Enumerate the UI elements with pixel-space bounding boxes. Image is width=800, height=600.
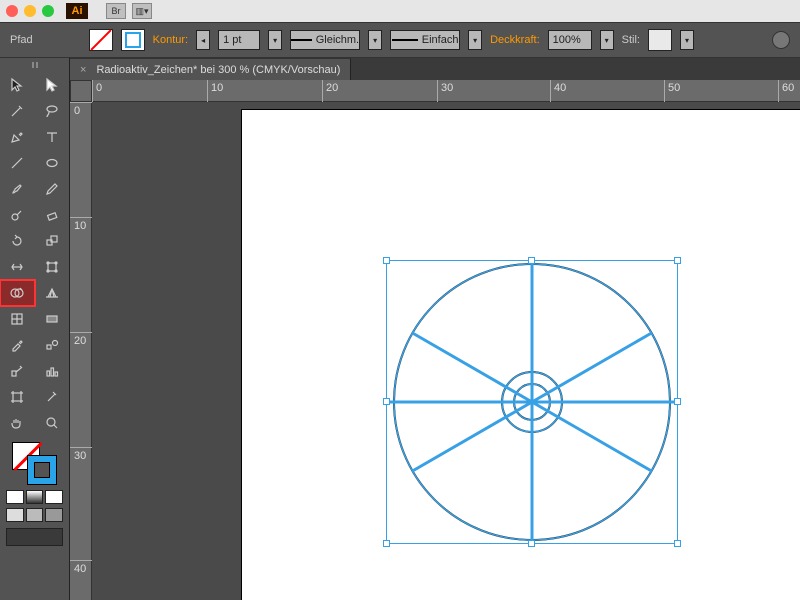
perspective-grid-tool[interactable] <box>35 280 70 306</box>
blend-tool[interactable] <box>35 332 70 358</box>
stroke-stepper[interactable]: ◂ <box>196 30 210 50</box>
brush-dd-btn[interactable]: ▾ <box>468 30 482 50</box>
scale-tool[interactable] <box>35 228 70 254</box>
close-icon[interactable]: × <box>80 64 86 76</box>
hand-tool[interactable] <box>0 410 35 436</box>
handle-ne[interactable] <box>674 257 681 264</box>
app-logo: Ai <box>66 3 88 19</box>
handle-sw[interactable] <box>383 540 390 547</box>
stroke-profile-btn[interactable]: ▾ <box>368 30 382 50</box>
handle-se[interactable] <box>674 540 681 547</box>
eyedropper-tool[interactable] <box>0 332 35 358</box>
fill-swatch[interactable] <box>89 29 113 51</box>
window-close-button[interactable] <box>6 5 18 17</box>
ruler-origin[interactable] <box>70 80 92 102</box>
line-tool[interactable] <box>0 150 35 176</box>
bridge-button[interactable]: Br <box>106 3 126 19</box>
draw-mode-behind[interactable] <box>26 508 44 522</box>
lasso-tool[interactable] <box>35 98 70 124</box>
shape-builder-tool[interactable] <box>0 280 35 306</box>
document-area: × Radioaktiv_Zeichen* bei 300 % (CMYK/Vo… <box>70 58 800 600</box>
artboard-tool[interactable] <box>0 384 35 410</box>
doc-setup-icon[interactable] <box>772 31 790 49</box>
stroke-weight-dd[interactable]: ▾ <box>268 30 282 50</box>
free-transform-tool[interactable] <box>35 254 70 280</box>
mesh-tool[interactable] <box>0 306 35 332</box>
paintbrush-tool[interactable] <box>0 176 35 202</box>
window-zoom-button[interactable] <box>42 5 54 17</box>
selection-bounds[interactable] <box>386 260 678 544</box>
opacity-label[interactable]: Deckkraft: <box>490 34 540 46</box>
screen-mode-button[interactable] <box>6 528 63 546</box>
opacity-field[interactable]: 100% <box>548 30 592 50</box>
tools-panel <box>0 58 70 600</box>
handle-w[interactable] <box>383 398 390 405</box>
eraser-tool[interactable] <box>35 202 70 228</box>
fill-stroke-indicator[interactable] <box>6 440 63 486</box>
stroke-weight-field[interactable]: 1 pt <box>218 30 260 50</box>
rotate-tool[interactable] <box>0 228 35 254</box>
stroke-swatch[interactable] <box>121 29 145 51</box>
document-tab-title: Radioaktiv_Zeichen* bei 300 % (CMYK/Vors… <box>96 64 340 76</box>
ruler-horizontal[interactable]: 0 10 20 30 40 50 60 <box>92 80 800 102</box>
handle-e[interactable] <box>674 398 681 405</box>
style-label: Stil: <box>622 34 640 46</box>
brush-def-dd[interactable]: Einfach <box>390 30 460 50</box>
color-mode-gradient[interactable] <box>26 490 44 504</box>
gradient-tool[interactable] <box>35 306 70 332</box>
stroke-label[interactable]: Kontur: <box>153 34 188 46</box>
width-tool[interactable] <box>0 254 35 280</box>
pencil-tool[interactable] <box>35 176 70 202</box>
window-minimize-button[interactable] <box>24 5 36 17</box>
document-tab[interactable]: × Radioaktiv_Zeichen* bei 300 % (CMYK/Vo… <box>70 58 351 80</box>
document-tabs: × Radioaktiv_Zeichen* bei 300 % (CMYK/Vo… <box>70 58 800 80</box>
type-tool[interactable] <box>35 124 70 150</box>
blob-brush-tool[interactable] <box>0 202 35 228</box>
ellipse-tool[interactable] <box>35 150 70 176</box>
artboard[interactable]: Abbildung: 19 <box>242 110 800 600</box>
selection-type-label: Pfad <box>10 34 33 46</box>
color-mode-buttons <box>0 490 69 508</box>
stroke-indicator[interactable] <box>28 456 56 484</box>
titlebar: Ai Br ▥▾ <box>0 0 800 22</box>
color-mode-normal[interactable] <box>6 490 24 504</box>
handle-n[interactable] <box>528 257 535 264</box>
slice-tool[interactable] <box>35 384 70 410</box>
draw-mode-normal[interactable] <box>6 508 24 522</box>
handle-nw[interactable] <box>383 257 390 264</box>
symbol-sprayer-tool[interactable] <box>0 358 35 384</box>
ruler-vertical[interactable]: 0 10 20 30 40 <box>70 102 92 600</box>
selection-tool[interactable] <box>0 72 35 98</box>
stroke-profile-dd[interactable]: Gleichm. <box>290 30 360 50</box>
control-bar: Pfad Kontur: ◂ 1 pt ▾ Gleichm. ▾ Einfach… <box>0 22 800 58</box>
style-swatch[interactable] <box>648 29 672 51</box>
arrange-docs-button[interactable]: ▥▾ <box>132 3 152 19</box>
style-dd[interactable]: ▾ <box>680 30 694 50</box>
color-mode-none[interactable] <box>45 490 63 504</box>
magic-wand-tool[interactable] <box>0 98 35 124</box>
handle-s[interactable] <box>528 540 535 547</box>
pen-tool[interactable] <box>0 124 35 150</box>
column-graph-tool[interactable] <box>35 358 70 384</box>
opacity-dd[interactable]: ▾ <box>600 30 614 50</box>
direct-selection-tool[interactable] <box>35 72 70 98</box>
draw-mode-inside[interactable] <box>45 508 63 522</box>
zoom-tool[interactable] <box>35 410 70 436</box>
canvas[interactable]: Abbildung: 19 <box>92 102 800 600</box>
